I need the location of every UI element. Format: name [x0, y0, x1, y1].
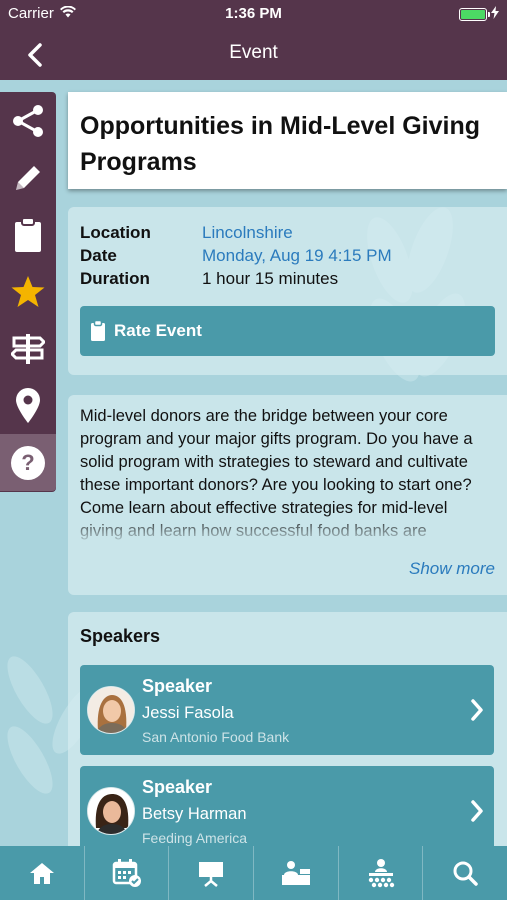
chevron-right-icon	[471, 800, 483, 822]
attendees-icon	[368, 859, 394, 888]
sidebar-item-notes[interactable]	[0, 149, 56, 206]
location-label: Location	[80, 223, 151, 242]
help-icon: ?	[11, 445, 45, 480]
sidebar-item-directions[interactable]	[0, 320, 56, 377]
nav-title: Event	[229, 42, 278, 63]
clipboard-icon	[15, 216, 41, 252]
speaker-organization: San Antonio Food Bank	[142, 729, 290, 745]
clipboard-icon	[91, 320, 105, 341]
speakers-panel: Speakers Speaker Jessi Fasola San Antoni…	[68, 612, 507, 856]
battery-icon	[459, 8, 490, 21]
signpost-icon	[11, 333, 45, 364]
tab-attendees[interactable]	[339, 846, 424, 900]
speaker-name: Betsy Harman	[142, 805, 247, 823]
rate-event-button[interactable]: Rate Event	[80, 306, 495, 356]
charging-icon	[491, 6, 499, 23]
chevron-right-icon	[471, 699, 483, 721]
speaker-card[interactable]: Speaker Betsy Harman Feeding America	[80, 766, 494, 856]
event-info-panel: Location Lincolnshire Date Monday, Aug 1…	[68, 207, 507, 375]
tab-home[interactable]	[0, 846, 85, 900]
event-title-card: Opportunities in Mid-Level Giving Progra…	[68, 92, 507, 189]
svg-text:?: ?	[21, 450, 34, 475]
date-link[interactable]: Monday, Aug 19 4:15 PM	[202, 244, 392, 267]
sidebar-item-share[interactable]	[0, 92, 56, 149]
event-title: Opportunities in Mid-Level Giving Progra…	[80, 112, 481, 176]
speaker-role: Speaker	[142, 777, 213, 797]
home-icon	[29, 863, 54, 884]
presentation-icon	[199, 862, 224, 887]
share-icon	[13, 104, 43, 137]
date-label: Date	[80, 246, 117, 265]
speaker-name: Jessi Fasola	[142, 704, 234, 722]
event-content: Opportunities in Mid-Level Giving Progra…	[68, 92, 507, 856]
duration-label: Duration	[80, 269, 150, 288]
tab-exhibitors[interactable]	[254, 846, 339, 900]
sidebar-item-help[interactable]: ?	[0, 434, 56, 491]
sidebar-toolbar: ?	[0, 92, 56, 492]
description-panel: Mid-level donors are the bridge between …	[68, 395, 507, 595]
tab-search[interactable]	[423, 846, 507, 900]
duration-value: 1 hour 15 minutes	[202, 269, 339, 288]
calendar-icon	[112, 859, 141, 887]
rate-event-label: Rate Event	[114, 321, 202, 340]
duration-row: Duration 1 hour 15 minutes	[80, 267, 495, 290]
location-link[interactable]: Lincolnshire	[202, 221, 293, 244]
exhibitor-icon	[281, 861, 310, 885]
avatar	[87, 686, 135, 734]
bottom-tab-bar	[0, 846, 507, 900]
location-row: Location Lincolnshire	[80, 221, 495, 244]
location-pin-icon	[16, 387, 40, 423]
nav-bar: Event	[0, 30, 507, 80]
tab-sessions[interactable]	[169, 846, 255, 900]
tab-schedule[interactable]	[85, 846, 170, 900]
top-bar: Carrier 1:36 PM Event	[0, 0, 507, 80]
event-description: Mid-level donors are the bridge between …	[80, 407, 473, 540]
speaker-organization: Feeding America	[142, 830, 248, 846]
pencil-icon	[16, 165, 40, 190]
speaker-card[interactable]: Speaker Jessi Fasola San Antonio Food Ba…	[80, 665, 494, 755]
star-icon	[11, 275, 45, 307]
status-bar: Carrier 1:36 PM	[0, 0, 507, 30]
battery-indicator	[459, 6, 499, 23]
sidebar-item-location[interactable]	[0, 377, 56, 434]
show-more-link[interactable]: Show more	[409, 559, 495, 579]
avatar	[87, 787, 135, 835]
speakers-heading: Speakers	[80, 626, 161, 646]
status-time: 1:36 PM	[225, 5, 282, 22]
sidebar-item-clipboard[interactable]	[0, 206, 56, 263]
speaker-role: Speaker	[142, 676, 213, 696]
sidebar-item-favorite[interactable]	[0, 263, 56, 320]
date-row: Date Monday, Aug 19 4:15 PM	[80, 244, 495, 267]
search-icon	[453, 861, 478, 886]
